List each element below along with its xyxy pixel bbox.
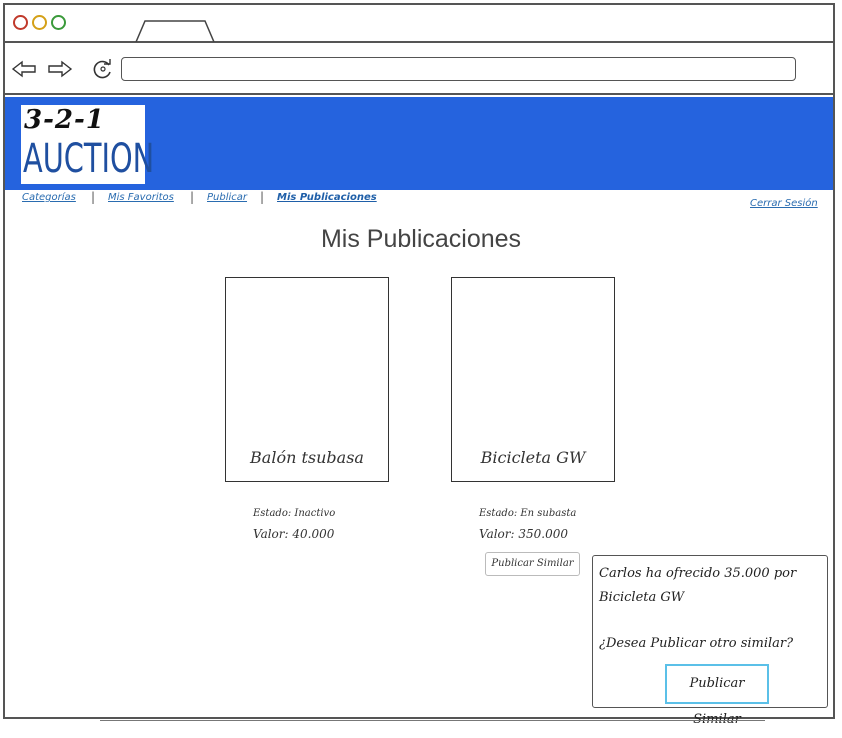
page-title: Mis Publicaciones [320, 225, 522, 253]
maximize-window-icon[interactable] [51, 15, 66, 30]
forward-arrow-icon[interactable] [47, 59, 73, 79]
product-value: Valor: 350.000 [479, 527, 568, 541]
reload-icon[interactable] [91, 59, 115, 79]
nav-separator: | [190, 190, 195, 204]
publicar-similar-button[interactable]: Publicar Similar [485, 552, 580, 576]
product-card-balon[interactable]: Balón tsubasa [225, 277, 389, 482]
product-card-bicicleta[interactable]: Bicicleta GW [451, 277, 615, 482]
logout-link[interactable]: Cerrar Sesión [750, 198, 818, 209]
product-status: Estado: Inactivo [253, 508, 336, 519]
product-info-bicicleta: Estado: En subasta Valor: 350.000 [479, 504, 576, 544]
publish-similar-question: ¿Desea Publicar otro similar? [599, 636, 794, 651]
product-info-balon: Estado: Inactivo Valor: 40.000 [253, 504, 335, 544]
offer-notification-popup: Carlos ha ofrecido 35.000 por Bicicleta … [592, 555, 828, 727]
main-nav: Categorías | Mis Favoritos | Publicar | … [0, 190, 842, 212]
popup-publicar-similar-button[interactable]: Publicar Similar [665, 664, 769, 727]
header-banner: 3-2-1 AUCTION [5, 97, 833, 190]
nav-separator: | [260, 190, 265, 204]
url-bar[interactable] [121, 57, 796, 81]
browser-titlebar [5, 5, 833, 43]
minimize-window-icon[interactable] [32, 15, 47, 30]
address-row [5, 43, 833, 95]
nav-separator: | [91, 190, 96, 204]
product-name: Bicicleta GW [480, 448, 586, 467]
back-arrow-icon[interactable] [11, 59, 37, 79]
logo-numbers: 3-2-1 [24, 105, 105, 135]
nav-categorias[interactable]: Categorías [22, 192, 76, 203]
browser-tab[interactable] [135, 20, 215, 42]
nav-mis-publicaciones[interactable]: Mis Publicaciones [277, 192, 377, 203]
product-value: Valor: 40.000 [253, 527, 335, 541]
close-window-icon[interactable] [13, 15, 28, 30]
site-logo[interactable]: 3-2-1 AUCTION [21, 105, 154, 184]
horizontal-scrollbar[interactable] [100, 720, 765, 724]
offer-message: Carlos ha ofrecido 35.000 por Bicicleta … [599, 566, 797, 605]
nav-mis-favoritos[interactable]: Mis Favoritos [108, 192, 174, 203]
nav-publicar[interactable]: Publicar [207, 192, 247, 203]
product-name: Balón tsubasa [250, 448, 364, 467]
logo-text: AUCTION [23, 136, 155, 182]
product-status: Estado: En subasta [479, 508, 577, 519]
